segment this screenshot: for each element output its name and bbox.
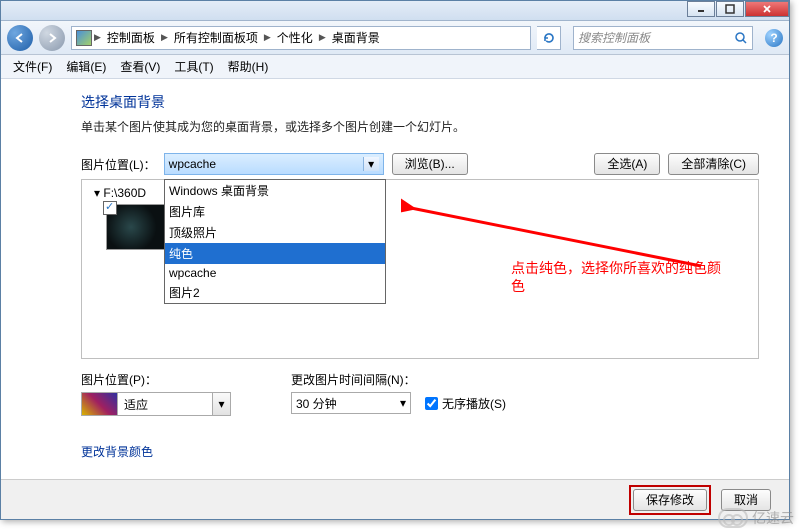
close-button[interactable] — [745, 1, 789, 17]
titlebar — [1, 1, 789, 21]
dropdown-item[interactable]: 图片库 — [165, 201, 385, 222]
search-input[interactable]: 搜索控制面板 — [573, 26, 753, 50]
menu-help[interactable]: 帮助(H) — [222, 55, 275, 78]
maximize-button[interactable] — [716, 1, 744, 17]
window-frame: ▶ 控制面板 ▶ 所有控制面板项 ▶ 个性化 ▶ 桌面背景 搜索控制面板 ? 文… — [0, 0, 790, 520]
search-icon — [734, 31, 748, 45]
interval-label: 更改图片时间间隔(N)： — [291, 371, 506, 388]
shuffle-checkbox-input[interactable] — [425, 397, 438, 410]
save-button-highlight: 保存修改 — [629, 485, 711, 515]
minimize-button[interactable] — [687, 1, 715, 17]
select-all-button[interactable]: 全选(A) — [594, 153, 660, 175]
chevron-down-icon: ▾ — [400, 396, 406, 410]
chevron-down-icon: ▾ — [212, 393, 230, 415]
location-label: 图片位置(L)： — [81, 156, 156, 173]
footer: 保存修改 取消 — [1, 479, 789, 519]
menubar: 文件(F) 编辑(E) 查看(V) 工具(T) 帮助(H) — [1, 55, 789, 79]
dropdown-item[interactable]: 图片2 — [165, 282, 385, 303]
watermark-logo-icon — [718, 508, 748, 528]
menu-edit[interactable]: 编辑(E) — [60, 55, 112, 78]
fit-preview-icon — [82, 393, 118, 415]
breadcrumb-item[interactable]: 所有控制面板项 — [170, 27, 262, 48]
shuffle-label: 无序播放(S) — [442, 395, 506, 412]
interval-value: 30 分钟 — [296, 395, 337, 412]
dropdown-item[interactable]: Windows 桌面背景 — [165, 180, 385, 201]
breadcrumb[interactable]: ▶ 控制面板 ▶ 所有控制面板项 ▶ 个性化 ▶ 桌面背景 — [71, 26, 531, 50]
refresh-button[interactable] — [537, 26, 561, 50]
dropdown-item[interactable]: 顶级照片 — [165, 222, 385, 243]
help-icon[interactable]: ? — [765, 29, 783, 47]
back-button[interactable] — [7, 25, 33, 51]
fit-combobox[interactable]: 适应 ▾ — [81, 392, 231, 416]
chevron-right-icon: ▶ — [319, 32, 326, 43]
menu-view[interactable]: 查看(V) — [114, 55, 166, 78]
clear-all-button[interactable]: 全部清除(C) — [668, 153, 759, 175]
browse-button[interactable]: 浏览(B)... — [392, 153, 468, 175]
watermark-text: 亿速云 — [752, 508, 794, 528]
chevron-right-icon: ▶ — [94, 32, 101, 43]
control-panel-icon — [76, 30, 92, 46]
chevron-down-icon: ▾ — [363, 157, 379, 171]
page-title: 选择桌面背景 — [81, 92, 759, 112]
location-row: 图片位置(L)： wpcache ▾ 浏览(B)... 全选(A) 全部清除(C… — [81, 153, 759, 175]
chevron-right-icon: ▶ — [161, 32, 168, 43]
forward-button[interactable] — [39, 25, 65, 51]
chevron-right-icon: ▶ — [264, 32, 271, 43]
save-button[interactable]: 保存修改 — [633, 489, 707, 511]
picture-thumbnail[interactable] — [106, 204, 168, 250]
dropdown-item-selected[interactable]: 纯色 — [165, 243, 385, 264]
shuffle-checkbox[interactable]: 无序播放(S) — [425, 395, 506, 412]
change-bg-color-link[interactable]: 更改背景颜色 — [81, 443, 153, 460]
annotation-text: 点击纯色，选择你所喜欢的纯色颜 色 — [511, 259, 721, 295]
fit-label: 图片位置(P)： — [81, 371, 231, 388]
location-combobox[interactable]: wpcache ▾ — [164, 153, 384, 175]
breadcrumb-item[interactable]: 个性化 — [273, 27, 317, 48]
collapse-icon: ▾ — [94, 186, 100, 200]
bottom-options-row: 图片位置(P)： 适应 ▾ 更改图片时间间隔(N)： 30 分钟 ▾ 无序播放(… — [81, 371, 759, 416]
location-value: wpcache — [169, 157, 216, 171]
menu-tools[interactable]: 工具(T) — [168, 55, 219, 78]
breadcrumb-item[interactable]: 控制面板 — [103, 27, 159, 48]
navbar: ▶ 控制面板 ▶ 所有控制面板项 ▶ 个性化 ▶ 桌面背景 搜索控制面板 ? — [1, 21, 789, 55]
fit-value: 适应 — [124, 396, 148, 413]
watermark: 亿速云 — [718, 508, 794, 528]
dropdown-item[interactable]: wpcache — [165, 264, 385, 282]
interval-select[interactable]: 30 分钟 ▾ — [291, 392, 411, 414]
page-subtitle: 单击某个图片使其成为您的桌面背景，或选择多个图片创建一个幻灯片。 — [81, 118, 759, 135]
breadcrumb-item[interactable]: 桌面背景 — [328, 27, 384, 48]
menu-file[interactable]: 文件(F) — [7, 55, 58, 78]
location-dropdown-list: Windows 桌面背景 图片库 顶级照片 纯色 wpcache 图片2 — [164, 179, 386, 304]
search-placeholder: 搜索控制面板 — [578, 29, 650, 46]
